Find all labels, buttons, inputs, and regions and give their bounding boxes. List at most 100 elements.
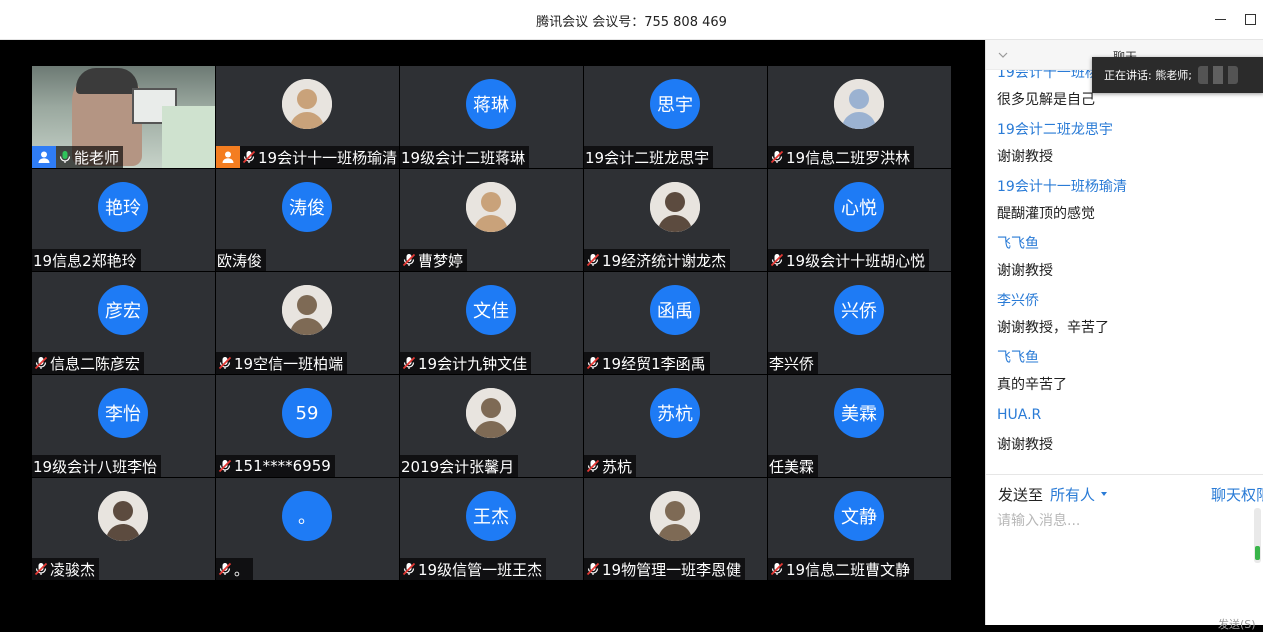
participant-tile[interactable]: 心悦 19级会计十班胡心悦 — [768, 169, 951, 271]
nameplate: 19物管理一班李恩健 — [584, 558, 746, 580]
participant-name: 19级会计二班蒋琳 — [401, 148, 526, 167]
participant-name: 19空信一班柏端 — [234, 354, 344, 373]
chat-input[interactable] — [997, 510, 1247, 590]
mic-muted-icon — [401, 561, 417, 577]
chat-compose: 发送至 所有人 聊天权限 发送(S) — [986, 474, 1263, 631]
nameplate: 曹梦婷 — [400, 249, 468, 271]
participant-name: 19会计十一班杨瑜清 — [258, 148, 398, 167]
nameplate: 19会计九钟文佳 — [400, 352, 532, 374]
nameplate: 19级会计十班胡心悦 — [768, 249, 930, 271]
avatar-image — [98, 491, 148, 541]
title-bar: 腾讯会议 会议号：755 808 469 — [0, 0, 1263, 40]
participant-tile[interactable]: 思宇 19会计二班龙思宇 — [584, 66, 767, 168]
chat-sender[interactable]: HUA.R — [997, 407, 1041, 423]
chat-message-text: 很多见解是自己 — [997, 92, 1095, 108]
mic-muted-icon — [217, 458, 233, 474]
nameplate: 19级信管一班王杰 — [400, 558, 547, 580]
send-to-label: 发送至 — [998, 486, 1044, 504]
participant-tile[interactable]: 19信息二班罗洪林 — [768, 66, 951, 168]
participant-tile[interactable]: 美霖 任美霖 — [768, 375, 951, 477]
avatar-initials: 涛俊 — [289, 198, 325, 219]
avatar: 王杰 — [466, 491, 516, 541]
participant-tile[interactable]: 函禹 19经贸1李函禹 — [584, 272, 767, 374]
avatar: 涛俊 — [282, 182, 332, 232]
avatar-image — [466, 388, 516, 438]
participant-name: 19信息2郑艳玲 — [33, 251, 137, 270]
compose-scrollbar[interactable] — [1254, 508, 1261, 563]
avatar: 兴侨 — [834, 285, 884, 335]
chat-sender[interactable]: 飞飞鱼 — [997, 347, 1039, 367]
participant-name: 19会计二班龙思宇 — [585, 148, 710, 167]
participant-tile[interactable]: 彦宏 信息二陈彦宏 — [32, 272, 215, 374]
speaking-toast: 正在讲话: 熊老师; — [1092, 57, 1263, 93]
participant-tile[interactable]: 凌骏杰 — [32, 478, 215, 580]
participant-tile[interactable]: 2019会计张馨月 — [400, 375, 583, 477]
nameplate: 19会计二班龙思宇 — [584, 146, 714, 168]
nameplate: 151****6959 — [216, 455, 335, 477]
nameplate: 19级会计八班李怡 — [32, 455, 162, 477]
participant-tile[interactable]: 苏杭 苏杭 — [584, 375, 767, 477]
participant-name: 19经贸1李函禹 — [602, 354, 706, 373]
nameplate: 能老师 — [56, 146, 124, 168]
participant-tile[interactable]: 19会计十一班杨瑜清 — [216, 66, 399, 168]
participant-tile[interactable]: 19物管理一班李恩健 — [584, 478, 767, 580]
window-title: 腾讯会议 会议号：755 808 469 — [536, 15, 727, 30]
avatar-initials: 。 — [298, 507, 316, 528]
avatar-initials: 思宇 — [657, 95, 693, 116]
avatar-initials: 艳玲 — [105, 198, 141, 219]
avatar: 思宇 — [650, 79, 700, 129]
chat-sender[interactable]: 飞飞鱼 — [997, 233, 1039, 253]
participant-tile[interactable]: 蒋琳 19级会计二班蒋琳 — [400, 66, 583, 168]
participant-tile[interactable]: 19空信一班柏端 — [216, 272, 399, 374]
avatar-initials: 美霖 — [841, 404, 877, 425]
participant-tile[interactable]: 艳玲 19信息2郑艳玲 — [32, 169, 215, 271]
participant-name: 19级信管一班王杰 — [418, 560, 543, 579]
nameplate: 19会计十一班杨瑜清 — [240, 146, 399, 168]
nameplate: 。 — [216, 558, 254, 580]
mic-muted-icon — [217, 355, 233, 371]
participant-tile[interactable]: 兴侨 李兴侨 — [768, 272, 951, 374]
chat-message-list[interactable]: 19会计十一班杨瑜清 很多见解是自己 19会计二班龙思宇 谢谢教授 19会计十一班杨瑜清… — [986, 70, 1263, 474]
mic-muted-icon — [585, 458, 601, 474]
chat-message-text: 谢谢教授 — [997, 437, 1053, 453]
participant-tile[interactable]: 涛俊 欧涛俊 — [216, 169, 399, 271]
host-badge-icon — [216, 146, 240, 168]
avatar: 艳玲 — [98, 182, 148, 232]
chat-message-text: 谢谢教授，辛苦了 — [997, 320, 1109, 336]
participant-tile[interactable]: 李怡 19级会计八班李怡 — [32, 375, 215, 477]
recipient-dropdown[interactable]: 所有人 — [1050, 484, 1095, 505]
chat-sender[interactable]: 19会计二班龙思宇 — [997, 119, 1113, 139]
participant-tile[interactable]: 王杰 19级信管一班王杰 — [400, 478, 583, 580]
nameplate: 苏杭 — [584, 455, 637, 477]
nameplate: 19经贸1李函禹 — [584, 352, 710, 374]
avatar-initials: 李怡 — [105, 404, 141, 425]
chat-permission-link[interactable]: 聊天权限 — [1211, 484, 1263, 505]
chat-message-text: 谢谢教授 — [997, 149, 1053, 165]
participant-tile[interactable]: 文静 19信息二班曹文静 — [768, 478, 951, 580]
participant-name: 19级会计十班胡心悦 — [786, 251, 926, 270]
participant-tile[interactable]: 曹梦婷 — [400, 169, 583, 271]
maximize-icon[interactable] — [1242, 10, 1260, 28]
participant-name: 李兴侨 — [769, 354, 815, 373]
participant-tile[interactable]: 文佳 19会计九钟文佳 — [400, 272, 583, 374]
chat-sender[interactable]: 19会计十一班杨瑜清 — [997, 176, 1127, 196]
avatar-initials: 苏杭 — [657, 404, 693, 425]
minimize-icon[interactable] — [1212, 10, 1230, 28]
avatar-initials: 王杰 — [473, 507, 509, 528]
avatar-image — [650, 491, 700, 541]
mic-muted-icon — [769, 252, 785, 268]
avatar: 苏杭 — [650, 388, 700, 438]
participant-name: 苏杭 — [602, 457, 633, 476]
participant-tile[interactable]: 。。 — [216, 478, 399, 580]
participant-tile[interactable]: 能老师 — [32, 66, 215, 168]
mic-muted-icon — [401, 252, 417, 268]
send-button[interactable]: 发送(S) — [1218, 616, 1256, 632]
avatar-image — [834, 79, 884, 129]
participant-name: 19会计九钟文佳 — [418, 354, 528, 373]
participant-tile[interactable]: 59 151****6959 — [216, 375, 399, 477]
avatar: 心悦 — [834, 182, 884, 232]
participant-name: 曹梦婷 — [418, 251, 464, 270]
participant-tile[interactable]: 19经济统计谢龙杰 — [584, 169, 767, 271]
chat-sender[interactable]: 李兴侨 — [997, 290, 1039, 310]
caret-down-icon[interactable] — [1101, 492, 1107, 496]
